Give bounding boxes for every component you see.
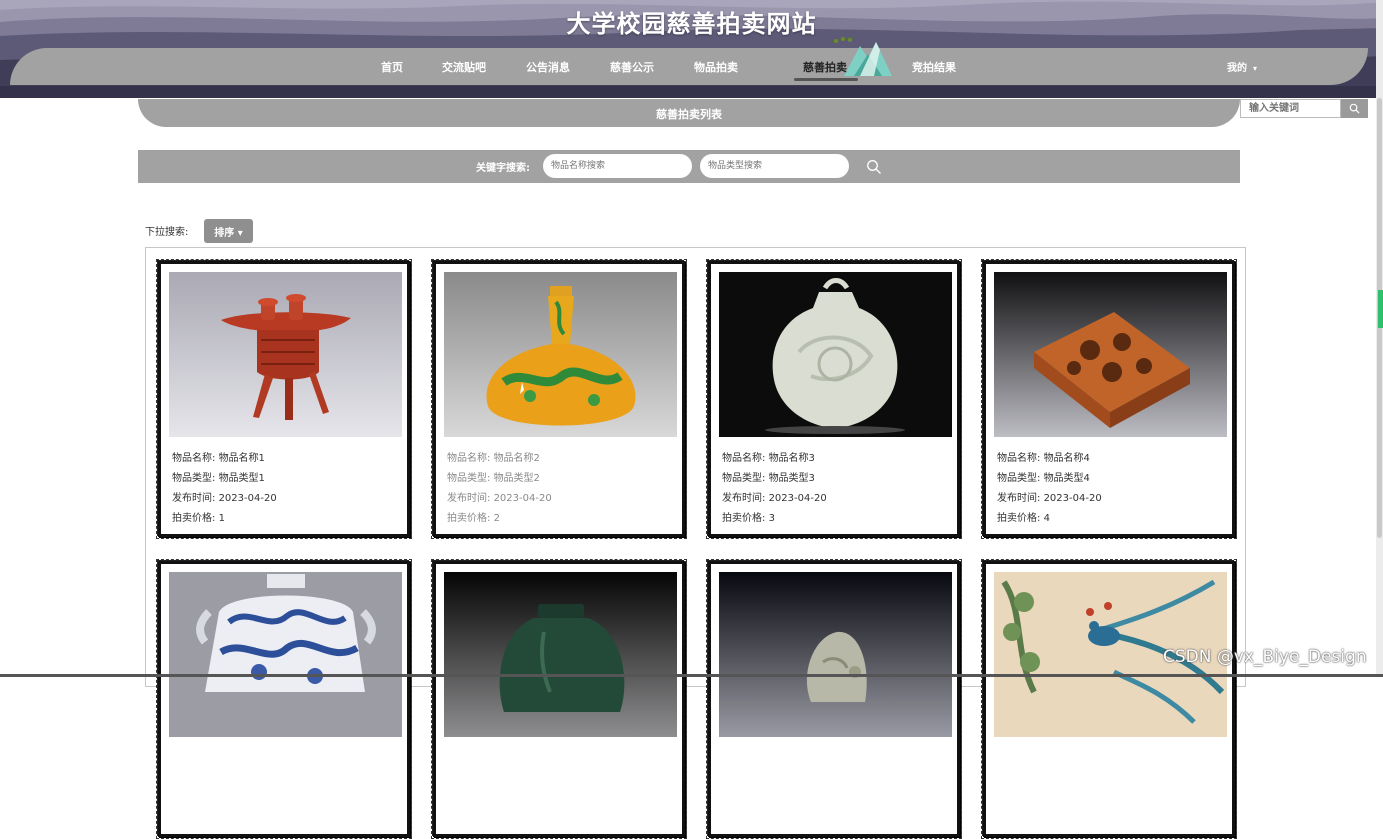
top-search bbox=[1240, 99, 1368, 120]
item-time-row: 发布时间: 2023-04-20 bbox=[997, 493, 1102, 504]
keyword-search-label: 关键字搜索: bbox=[476, 163, 530, 174]
carved-wood-stand-image bbox=[994, 272, 1227, 437]
white-jade-pendant-image bbox=[719, 272, 952, 437]
item-time-row: 发布时间: 2023-04-20 bbox=[172, 493, 277, 504]
sort-dropdown-button[interactable]: 排序 ▾ bbox=[204, 219, 253, 243]
item-price-row: 拍卖价格: 2 bbox=[447, 513, 500, 524]
item-type: 物品类型1 bbox=[218, 473, 265, 484]
auction-card[interactable]: 物品名称: 物品名称4 物品类型: 物品类型4 发布时间: 2023-04-20… bbox=[981, 259, 1237, 539]
item-time: 2023-04-20 bbox=[218, 493, 277, 504]
item-price: 4 bbox=[1043, 513, 1050, 524]
item-price-row: 拍卖价格: 3 bbox=[722, 513, 775, 524]
auction-card[interactable]: 物品名称: 物品名称1 物品类型: 物品类型1 发布时间: 2023-04-20… bbox=[156, 259, 412, 539]
item-type: 物品类型2 bbox=[493, 473, 540, 484]
page-scrollbar[interactable] bbox=[1376, 0, 1383, 677]
item-info: 物品名称: 物品名称2 物品类型: 物品类型2 发布时间: 2023-04-20… bbox=[447, 449, 552, 529]
item-image[interactable] bbox=[719, 572, 952, 737]
item-name-search-input[interactable] bbox=[543, 154, 692, 178]
item-name: 物品名称4 bbox=[1043, 453, 1090, 464]
item-name-row: 物品名称: 物品名称4 bbox=[997, 453, 1090, 464]
top-search-button[interactable] bbox=[1341, 99, 1368, 118]
blue-white-flask-image bbox=[169, 572, 402, 737]
nav-bid-results[interactable]: 竞拍结果 bbox=[912, 59, 956, 75]
section-title: 慈善拍卖列表 bbox=[656, 108, 722, 121]
item-name: 物品名称2 bbox=[493, 453, 540, 464]
green-jade-jar-image bbox=[444, 572, 677, 737]
item-image[interactable] bbox=[169, 272, 402, 437]
yellow-dragon-vase-image bbox=[444, 272, 677, 437]
crystal-stone-image bbox=[719, 572, 952, 737]
site-header: 大学校园慈善拍卖网站 首页 交流贴吧 公告消息 慈善公示 物品拍卖 慈善拍卖 竞… bbox=[0, 0, 1383, 98]
item-price-row: 拍卖价格: 1 bbox=[172, 513, 225, 524]
item-time-row: 发布时间: 2023-04-20 bbox=[447, 493, 552, 504]
item-image[interactable] bbox=[169, 572, 402, 737]
item-name-row: 物品名称: 物品名称2 bbox=[447, 453, 540, 464]
auction-card[interactable] bbox=[706, 559, 962, 839]
auction-card[interactable] bbox=[431, 559, 687, 839]
item-time-row: 发布时间: 2023-04-20 bbox=[722, 493, 827, 504]
item-price: 2 bbox=[493, 513, 500, 524]
item-name-row: 物品名称: 物品名称3 bbox=[722, 453, 815, 464]
search-icon[interactable] bbox=[866, 159, 882, 175]
nav-active-indicator bbox=[794, 78, 858, 81]
item-type-search-input[interactable] bbox=[700, 154, 849, 178]
top-search-input[interactable] bbox=[1240, 99, 1341, 118]
nav-charity-publicity[interactable]: 慈善公示 bbox=[610, 59, 654, 75]
site-title: 大学校园慈善拍卖网站 bbox=[566, 10, 817, 38]
item-type-row: 物品类型: 物品类型4 bbox=[997, 473, 1090, 484]
auction-card[interactable] bbox=[156, 559, 412, 839]
chevron-down-icon: ▾ bbox=[1253, 64, 1258, 73]
item-time: 2023-04-20 bbox=[1043, 493, 1102, 504]
item-name: 物品名称3 bbox=[768, 453, 815, 464]
watermark: CSDN @vx_Biye_Design bbox=[1163, 647, 1367, 667]
item-price: 3 bbox=[768, 513, 775, 524]
nav-item-auction[interactable]: 物品拍卖 bbox=[694, 59, 738, 75]
item-type: 物品类型3 bbox=[768, 473, 815, 484]
item-price-row: 拍卖价格: 4 bbox=[997, 513, 1050, 524]
item-type-row: 物品类型: 物品类型1 bbox=[172, 473, 265, 484]
user-menu-label: 我的 bbox=[1227, 63, 1247, 74]
auction-item-grid: 物品名称: 物品名称1 物品类型: 物品类型1 发布时间: 2023-04-20… bbox=[145, 247, 1246, 839]
item-time: 2023-04-20 bbox=[768, 493, 827, 504]
item-time: 2023-04-20 bbox=[493, 493, 552, 504]
user-menu[interactable]: 我的 ▾ bbox=[1227, 59, 1257, 74]
item-image[interactable] bbox=[994, 272, 1227, 437]
nav-forum[interactable]: 交流贴吧 bbox=[442, 59, 486, 75]
keyword-search-bar: 关键字搜索: bbox=[138, 150, 1240, 183]
nav-home[interactable]: 首页 bbox=[381, 59, 403, 75]
side-tab[interactable] bbox=[1378, 290, 1383, 328]
mountain-pine-decoration bbox=[831, 37, 892, 76]
auction-card[interactable]: 物品名称: 物品名称2 物品类型: 物品类型2 发布时间: 2023-04-20… bbox=[431, 259, 687, 539]
item-image[interactable] bbox=[719, 272, 952, 437]
main-navbar: 首页 交流贴吧 公告消息 慈善公示 物品拍卖 慈善拍卖 竞拍结果 我的 ▾ bbox=[10, 37, 1368, 85]
auction-card[interactable] bbox=[981, 559, 1237, 839]
item-price: 1 bbox=[218, 513, 225, 524]
nav-announcements[interactable]: 公告消息 bbox=[526, 59, 570, 75]
section-banner: 慈善拍卖列表 bbox=[138, 99, 1240, 127]
item-info: 物品名称: 物品名称3 物品类型: 物品类型3 发布时间: 2023-04-20… bbox=[722, 449, 827, 529]
auction-card[interactable]: 物品名称: 物品名称3 物品类型: 物品类型3 发布时间: 2023-04-20… bbox=[706, 259, 962, 539]
item-type: 物品类型4 bbox=[1043, 473, 1090, 484]
item-image[interactable] bbox=[444, 572, 677, 737]
item-image[interactable] bbox=[444, 272, 677, 437]
item-type-row: 物品类型: 物品类型2 bbox=[447, 473, 540, 484]
item-type-row: 物品类型: 物品类型3 bbox=[722, 473, 815, 484]
item-info: 物品名称: 物品名称4 物品类型: 物品类型4 发布时间: 2023-04-20… bbox=[997, 449, 1102, 529]
red-lacquer-vessel-image bbox=[169, 272, 402, 437]
dropdown-search-label: 下拉搜索: bbox=[145, 227, 189, 238]
item-name-row: 物品名称: 物品名称1 bbox=[172, 453, 265, 464]
item-info: 物品名称: 物品名称1 物品类型: 物品类型1 发布时间: 2023-04-20… bbox=[172, 449, 277, 529]
search-icon bbox=[1349, 103, 1360, 114]
item-name: 物品名称1 bbox=[218, 453, 265, 464]
